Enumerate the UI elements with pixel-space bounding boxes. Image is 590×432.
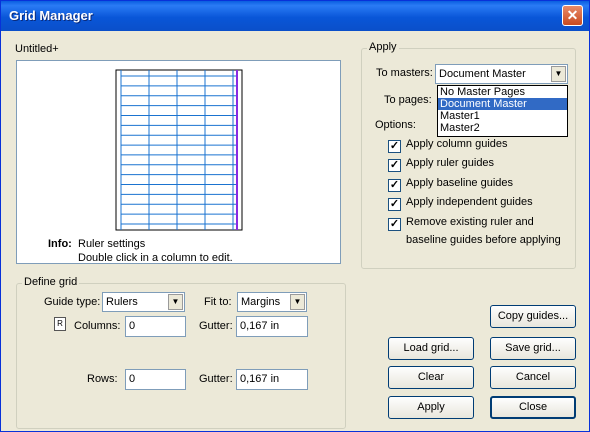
apply-option-label: Apply independent guides	[406, 196, 533, 208]
document-icon: R	[54, 317, 66, 331]
clear-button[interactable]: Clear	[388, 366, 474, 389]
to-pages-label: To pages:	[384, 94, 432, 106]
guide-type-select[interactable]: Rulers ▼	[102, 292, 185, 312]
cancel-button[interactable]: Cancel	[490, 366, 576, 389]
window-title: Grid Manager	[9, 8, 93, 23]
info-text-line1: Ruler settings	[78, 238, 146, 250]
fit-to-select[interactable]: Margins ▼	[237, 292, 307, 312]
apply-group-label: Apply	[367, 41, 399, 53]
master-option[interactable]: Master1	[438, 110, 567, 122]
apply-option-checkbox[interactable]: ✓	[388, 140, 401, 153]
info-label: Info:	[48, 238, 72, 250]
master-option[interactable]: No Master Pages	[438, 86, 567, 98]
apply-option-label: Apply baseline guides	[406, 177, 514, 189]
document-name: Untitled+	[15, 43, 59, 55]
chevron-down-icon[interactable]: ▼	[290, 294, 305, 310]
rows-gutter-label: Gutter:	[199, 373, 233, 385]
columns-gutter-input[interactable]: 0,167 in	[236, 316, 308, 337]
apply-button[interactable]: Apply	[388, 396, 474, 419]
close-button[interactable]: Close	[490, 396, 576, 419]
apply-option-label: Apply column guides	[406, 138, 508, 150]
define-grid-label: Define grid	[22, 276, 80, 288]
to-masters-label: To masters:	[376, 67, 433, 79]
rows-gutter-input[interactable]: 0,167 in	[236, 369, 308, 390]
master-option[interactable]: Document Master	[438, 98, 567, 110]
apply-option-label: Apply ruler guides	[406, 157, 495, 169]
options-label: Options:	[375, 119, 416, 131]
to-masters-dropdown-list[interactable]: No Master Pages Document Master Master1 Mas…	[437, 85, 568, 137]
title-bar[interactable]: Grid Manager ✕	[1, 1, 589, 31]
load-grid-button[interactable]: Load grid...	[388, 337, 474, 360]
master-option[interactable]: Master2	[438, 122, 567, 134]
grid-preview-panel[interactable]: Info: Ruler settings Double click in a c…	[16, 60, 341, 264]
fit-to-value: Margins	[241, 296, 281, 308]
apply-option-checkbox[interactable]: ✓	[388, 218, 401, 231]
to-masters-value: Document Master	[439, 68, 526, 80]
apply-option-label-line2: baseline guides before applying	[406, 234, 561, 246]
copy-guides-button[interactable]: Copy guides...	[490, 305, 576, 328]
apply-option-checkbox[interactable]: ✓	[388, 159, 401, 172]
page-outline	[115, 69, 243, 231]
chevron-down-icon[interactable]: ▼	[551, 66, 566, 82]
save-grid-button[interactable]: Save grid...	[490, 337, 576, 360]
apply-option-checkbox[interactable]: ✓	[388, 179, 401, 192]
columns-input[interactable]: 0	[125, 316, 186, 337]
rows-input[interactable]: 0	[125, 369, 186, 390]
guide-type-label: Guide type:	[44, 296, 101, 308]
apply-option-checkbox[interactable]: ✓	[388, 198, 401, 211]
chevron-down-icon[interactable]: ▼	[168, 294, 183, 310]
grid-manager-dialog: Grid Manager ✕ Untitled+ Info: Ruler set…	[0, 0, 590, 432]
columns-label: Columns:	[74, 320, 121, 332]
to-masters-select[interactable]: Document Master ▼	[435, 64, 568, 84]
fit-to-label: Fit to:	[204, 296, 232, 308]
close-window-button[interactable]: ✕	[562, 5, 583, 26]
guide-type-value: Rulers	[106, 296, 138, 308]
apply-option-label: Remove existing ruler and	[406, 216, 534, 228]
page-thumbnail	[115, 69, 243, 231]
columns-gutter-label: Gutter:	[199, 320, 233, 332]
info-text-line2: Double click in a column to edit.	[78, 252, 233, 264]
rows-label: Rows:	[87, 373, 118, 385]
